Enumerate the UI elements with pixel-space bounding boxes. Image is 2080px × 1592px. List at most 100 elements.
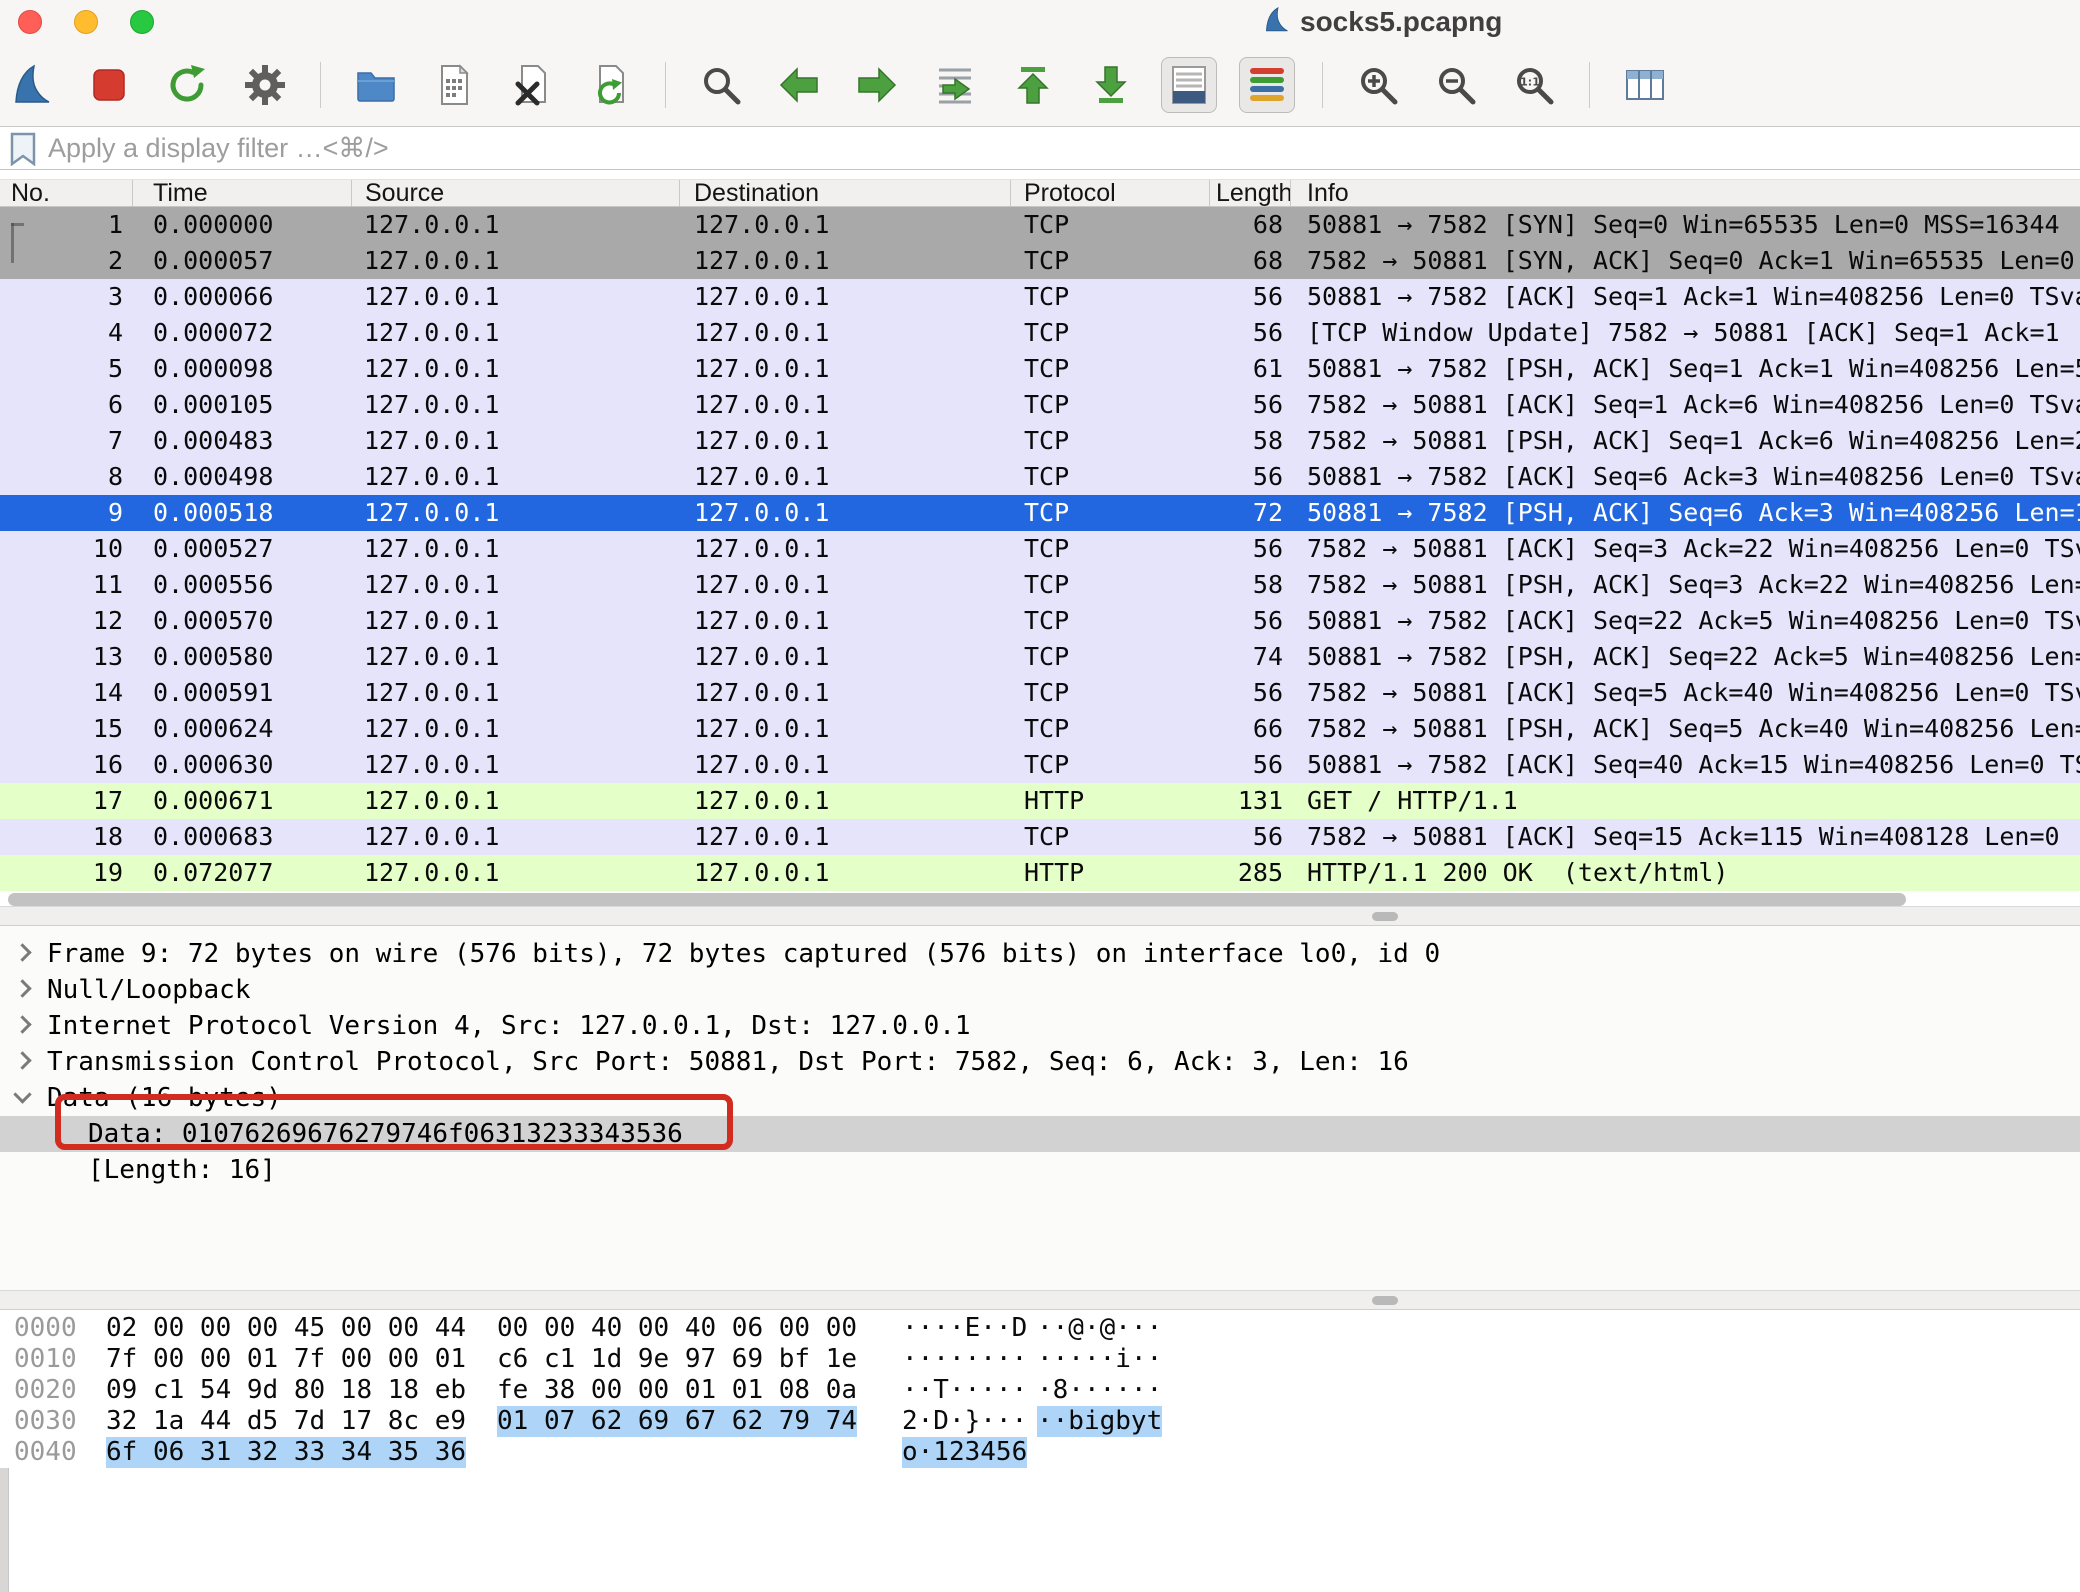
packet-row-8[interactable]: 80.000498127.0.0.1127.0.0.1TCP5650881 → … [0,459,2080,495]
detail-row-5[interactable]: Data: 01076269676279746f06313233343536 [0,1116,2080,1152]
toolbar-separator [320,62,321,108]
detail-row-4[interactable]: Data (16 bytes) [0,1080,2080,1116]
detail-text: Data: 01076269676279746f06313233343536 [88,1116,683,1152]
zoom-button[interactable] [130,10,154,34]
toolbar-colorize-button[interactable] [1239,57,1295,113]
toolbar-zoom-out-button[interactable] [1428,57,1484,113]
packet-row-7[interactable]: 70.000483127.0.0.1127.0.0.1TCP587582 → 5… [0,423,2080,459]
open-file-icon [354,63,398,107]
hex-offset: 0040 [14,1437,77,1468]
packet-row-6[interactable]: 60.000105127.0.0.1127.0.0.1TCP567582 → 5… [0,387,2080,423]
packet-row-15[interactable]: 150.000624127.0.0.1127.0.0.1TCP667582 → … [0,711,2080,747]
toolbar-resize-columns-button[interactable] [1617,57,1673,113]
packet-info-cell: 50881 → 7582 [ACK] Seq=1 Ack=1 Win=40825… [1291,279,2080,315]
expander-right-icon[interactable] [13,1051,31,1069]
toolbar-go-first-button[interactable] [1005,57,1061,113]
expander-right-icon[interactable] [13,979,31,997]
toolbar-start-capture-button[interactable] [3,57,59,113]
expander-right-icon[interactable] [13,1015,31,1033]
column-header-info[interactable]: Info [1291,180,2080,206]
bookmark-icon[interactable] [8,132,38,166]
hex-row-0000[interactable]: 000002 00 00 00 45 00 00 4400 00 40 00 4… [0,1313,2080,1344]
packet-row-16[interactable]: 160.000630127.0.0.1127.0.0.1TCP5650881 →… [0,747,2080,783]
expander-down-icon[interactable] [13,1085,31,1103]
toolbar-separator [1322,62,1323,108]
column-header-length[interactable]: Length [1210,180,1291,206]
detail-row-1[interactable]: Null/Loopback [0,972,2080,1008]
packet-destination-cell: 127.0.0.1 [680,819,1011,855]
toolbar-close-file-button[interactable] [504,57,560,113]
toolbar-restart-capture-button[interactable] [159,57,215,113]
detail-row-6[interactable]: [Length: 16] [0,1152,2080,1188]
packet-row-19[interactable]: 190.072077127.0.0.1127.0.0.1HTTP285HTTP/… [0,855,2080,891]
hex-bytes: 00 00 40 00 40 06 00 00 [497,1313,857,1344]
toolbar-zoom-original-button[interactable]: 1:1 [1506,57,1562,113]
zoom-in-icon [1356,63,1400,107]
column-header-time[interactable]: Time [133,180,352,206]
packet-row-11[interactable]: 110.000556127.0.0.1127.0.0.1TCP587582 → … [0,567,2080,603]
toolbar-go-back-button[interactable] [771,57,827,113]
splitter-list-details[interactable] [0,906,2080,926]
display-filter-input[interactable] [48,133,2080,164]
packet-source-cell: 127.0.0.1 [352,351,680,387]
close-button[interactable] [18,10,42,34]
left-scrollbar[interactable] [0,1468,9,1592]
packet-row-13[interactable]: 130.000580127.0.0.1127.0.0.1TCP7450881 →… [0,639,2080,675]
expander-right-icon[interactable] [13,943,31,961]
packet-length-cell: 72 [1210,495,1291,531]
packet-row-9[interactable]: 90.000518127.0.0.1127.0.0.1TCP7250881 → … [0,495,2080,531]
toolbar-open-file-button[interactable] [348,57,404,113]
column-header-source[interactable]: Source [352,180,680,206]
toolbar-reload-file-button[interactable] [582,57,638,113]
toolbar-go-forward-button[interactable] [849,57,905,113]
column-header-protocol[interactable]: Protocol [1011,180,1210,206]
packet-source-cell: 127.0.0.1 [352,783,680,819]
packet-destination-cell: 127.0.0.1 [680,315,1011,351]
main-toolbar: 1:1 [0,44,2080,127]
packet-row-2[interactable]: 20.000057127.0.0.1127.0.0.1TCP687582 → 5… [0,243,2080,279]
packet-row-10[interactable]: 100.000527127.0.0.1127.0.0.1TCP567582 → … [0,531,2080,567]
hex-row-0020[interactable]: 002009 c1 54 9d 80 18 18 ebfe 38 00 00 0… [0,1375,2080,1406]
packet-protocol-cell: TCP [1011,747,1210,783]
packet-protocol-cell: TCP [1011,315,1210,351]
toolbar-stop-capture-button[interactable] [81,57,137,113]
packet-row-3[interactable]: 30.000066127.0.0.1127.0.0.1TCP5650881 → … [0,279,2080,315]
column-header-no[interactable]: No. [0,180,133,206]
toolbar-find-packet-button[interactable] [693,57,749,113]
detail-text: Null/Loopback [47,972,251,1008]
packet-length-cell: 68 [1210,207,1291,243]
packet-row-14[interactable]: 140.000591127.0.0.1127.0.0.1TCP567582 → … [0,675,2080,711]
packet-row-5[interactable]: 50.000098127.0.0.1127.0.0.1TCP6150881 → … [0,351,2080,387]
packet-info-cell: 50881 → 7582 [PSH, ACK] Seq=22 Ack=5 Win… [1291,639,2080,675]
packet-destination-cell: 127.0.0.1 [680,855,1011,891]
minimize-button[interactable] [74,10,98,34]
splitter-handle[interactable] [1372,1296,1398,1305]
detail-row-2[interactable]: Internet Protocol Version 4, Src: 127.0.… [0,1008,2080,1044]
toolbar-save-file-button[interactable] [426,57,482,113]
packet-length-cell: 56 [1210,531,1291,567]
packet-row-1[interactable]: 10.000000127.0.0.1127.0.0.1TCP6850881 → … [0,207,2080,243]
hex-ascii: ········ [902,1344,1027,1375]
packet-row-18[interactable]: 180.000683127.0.0.1127.0.0.1TCP567582 → … [0,819,2080,855]
horizontal-scrollbar[interactable] [8,893,1906,906]
toolbar-go-to-packet-button[interactable] [927,57,983,113]
hex-row-0030[interactable]: 003032 1a 44 d5 7d 17 8c e901 07 62 69 6… [0,1406,2080,1437]
detail-row-0[interactable]: Frame 9: 72 bytes on wire (576 bits), 72… [0,936,2080,972]
packet-destination-cell: 127.0.0.1 [680,387,1011,423]
hex-row-0010[interactable]: 00107f 00 00 01 7f 00 00 01c6 c1 1d 9e 9… [0,1344,2080,1375]
packet-row-17[interactable]: 170.000671127.0.0.1127.0.0.1HTTP131GET /… [0,783,2080,819]
packet-time-cell: 0.000483 [133,423,352,459]
column-header-destination[interactable]: Destination [680,180,1011,206]
splitter-details-bytes[interactable] [0,1290,2080,1310]
packet-protocol-cell: TCP [1011,387,1210,423]
hex-row-0040[interactable]: 00406f 06 31 32 33 34 35 36o·123456 [0,1437,2080,1468]
toolbar-zoom-in-button[interactable] [1350,57,1406,113]
splitter-handle[interactable] [1372,912,1398,921]
packet-row-12[interactable]: 120.000570127.0.0.1127.0.0.1TCP5650881 →… [0,603,2080,639]
toolbar-capture-options-button[interactable] [237,57,293,113]
toolbar-go-last-button[interactable] [1083,57,1139,113]
packet-destination-cell: 127.0.0.1 [680,675,1011,711]
detail-row-3[interactable]: Transmission Control Protocol, Src Port:… [0,1044,2080,1080]
toolbar-auto-scroll-button[interactable] [1161,57,1217,113]
packet-row-4[interactable]: 40.000072127.0.0.1127.0.0.1TCP56[TCP Win… [0,315,2080,351]
